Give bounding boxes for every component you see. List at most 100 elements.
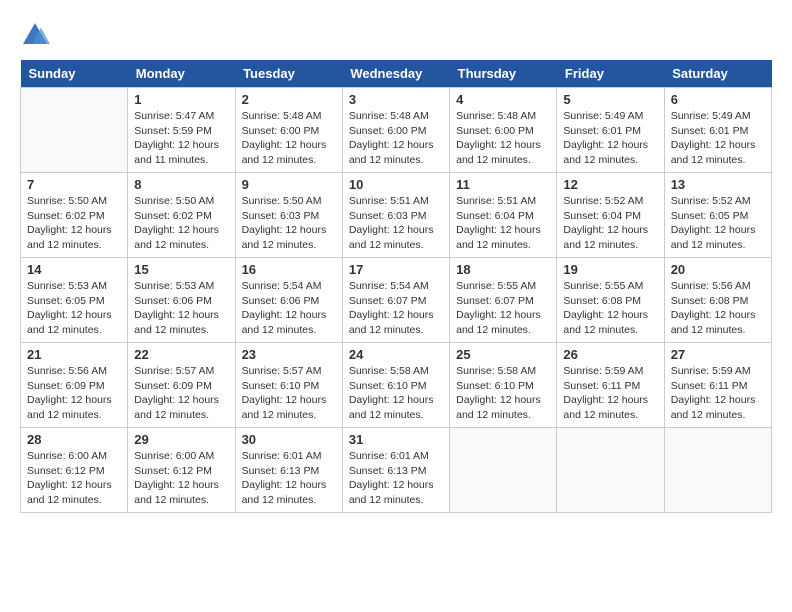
day-number: 2 — [242, 92, 336, 107]
day-number: 30 — [242, 432, 336, 447]
calendar-header-row: SundayMondayTuesdayWednesdayThursdayFrid… — [21, 60, 772, 88]
weekday-header-tuesday: Tuesday — [235, 60, 342, 88]
day-info: Sunrise: 5:48 AM Sunset: 6:00 PM Dayligh… — [456, 109, 550, 168]
day-number: 24 — [349, 347, 443, 362]
day-number: 23 — [242, 347, 336, 362]
day-info: Sunrise: 5:47 AM Sunset: 5:59 PM Dayligh… — [134, 109, 228, 168]
day-info: Sunrise: 5:59 AM Sunset: 6:11 PM Dayligh… — [563, 364, 657, 423]
calendar-cell: 7 Sunrise: 5:50 AM Sunset: 6:02 PM Daylig… — [21, 173, 128, 258]
day-number: 8 — [134, 177, 228, 192]
calendar-cell: 2 Sunrise: 5:48 AM Sunset: 6:00 PM Daylig… — [235, 88, 342, 173]
day-number: 18 — [456, 262, 550, 277]
day-info: Sunrise: 5:55 AM Sunset: 6:08 PM Dayligh… — [563, 279, 657, 338]
day-number: 15 — [134, 262, 228, 277]
day-number: 6 — [671, 92, 765, 107]
calendar-cell: 1 Sunrise: 5:47 AM Sunset: 5:59 PM Daylig… — [128, 88, 235, 173]
calendar-cell: 17 Sunrise: 5:54 AM Sunset: 6:07 PM Dayli… — [342, 258, 449, 343]
day-number: 5 — [563, 92, 657, 107]
day-number: 10 — [349, 177, 443, 192]
day-number: 12 — [563, 177, 657, 192]
calendar-table: SundayMondayTuesdayWednesdayThursdayFrid… — [20, 60, 772, 513]
day-number: 16 — [242, 262, 336, 277]
day-number: 7 — [27, 177, 121, 192]
day-info: Sunrise: 6:00 AM Sunset: 6:12 PM Dayligh… — [134, 449, 228, 508]
weekday-header-friday: Friday — [557, 60, 664, 88]
day-number: 26 — [563, 347, 657, 362]
day-number: 21 — [27, 347, 121, 362]
day-info: Sunrise: 5:53 AM Sunset: 6:06 PM Dayligh… — [134, 279, 228, 338]
calendar-cell — [450, 428, 557, 513]
day-info: Sunrise: 5:51 AM Sunset: 6:03 PM Dayligh… — [349, 194, 443, 253]
calendar-cell: 23 Sunrise: 5:57 AM Sunset: 6:10 PM Dayli… — [235, 343, 342, 428]
calendar-cell — [21, 88, 128, 173]
day-number: 20 — [671, 262, 765, 277]
calendar-week-1: 1 Sunrise: 5:47 AM Sunset: 5:59 PM Daylig… — [21, 88, 772, 173]
day-number: 9 — [242, 177, 336, 192]
calendar-cell: 4Sunrise: 5:48 AM Sunset: 6:00 PM Daylig… — [450, 88, 557, 173]
day-number: 13 — [671, 177, 765, 192]
day-info: Sunrise: 5:54 AM Sunset: 6:06 PM Dayligh… — [242, 279, 336, 338]
day-number: 25 — [456, 347, 550, 362]
calendar-week-5: 28 Sunrise: 6:00 AM Sunset: 6:12 PM Dayli… — [21, 428, 772, 513]
day-info: Sunrise: 6:01 AM Sunset: 6:13 PM Dayligh… — [349, 449, 443, 508]
calendar-cell — [557, 428, 664, 513]
day-info: Sunrise: 5:56 AM Sunset: 6:09 PM Dayligh… — [27, 364, 121, 423]
day-info: Sunrise: 5:52 AM Sunset: 6:04 PM Dayligh… — [563, 194, 657, 253]
calendar-cell: 20 Sunrise: 5:56 AM Sunset: 6:08 PM Dayli… — [664, 258, 771, 343]
calendar-cell: 15 Sunrise: 5:53 AM Sunset: 6:06 PM Dayli… — [128, 258, 235, 343]
day-info: Sunrise: 5:49 AM Sunset: 6:01 PM Dayligh… — [563, 109, 657, 168]
day-info: Sunrise: 5:59 AM Sunset: 6:11 PM Dayligh… — [671, 364, 765, 423]
calendar-cell: 25 Sunrise: 5:58 AM Sunset: 6:10 PM Dayli… — [450, 343, 557, 428]
day-info: Sunrise: 5:50 AM Sunset: 6:02 PM Dayligh… — [134, 194, 228, 253]
day-number: 17 — [349, 262, 443, 277]
calendar-cell: 27 Sunrise: 5:59 AM Sunset: 6:11 PM Dayli… — [664, 343, 771, 428]
calendar-cell: 22Sunrise: 5:57 AM Sunset: 6:09 PM Dayli… — [128, 343, 235, 428]
day-info: Sunrise: 5:48 AM Sunset: 6:00 PM Dayligh… — [349, 109, 443, 168]
calendar-cell: 5 Sunrise: 5:49 AM Sunset: 6:01 PM Daylig… — [557, 88, 664, 173]
calendar-cell: 11 Sunrise: 5:51 AM Sunset: 6:04 PM Dayli… — [450, 173, 557, 258]
calendar-cell: 3 Sunrise: 5:48 AM Sunset: 6:00 PM Daylig… — [342, 88, 449, 173]
calendar-cell: 10 Sunrise: 5:51 AM Sunset: 6:03 PM Dayli… — [342, 173, 449, 258]
day-number: 11 — [456, 177, 550, 192]
calendar-cell: 16 Sunrise: 5:54 AM Sunset: 6:06 PM Dayli… — [235, 258, 342, 343]
weekday-header-thursday: Thursday — [450, 60, 557, 88]
calendar-cell: 8 Sunrise: 5:50 AM Sunset: 6:02 PM Daylig… — [128, 173, 235, 258]
calendar-cell: 9 Sunrise: 5:50 AM Sunset: 6:03 PM Daylig… — [235, 173, 342, 258]
calendar-week-2: 7 Sunrise: 5:50 AM Sunset: 6:02 PM Daylig… — [21, 173, 772, 258]
day-info: Sunrise: 5:57 AM Sunset: 6:10 PM Dayligh… — [242, 364, 336, 423]
day-info: Sunrise: 5:56 AM Sunset: 6:08 PM Dayligh… — [671, 279, 765, 338]
page-header — [20, 20, 772, 50]
weekday-header-sunday: Sunday — [21, 60, 128, 88]
day-info: Sunrise: 5:50 AM Sunset: 6:02 PM Dayligh… — [27, 194, 121, 253]
weekday-header-wednesday: Wednesday — [342, 60, 449, 88]
day-info: Sunrise: 6:00 AM Sunset: 6:12 PM Dayligh… — [27, 449, 121, 508]
day-info: Sunrise: 5:48 AM Sunset: 6:00 PM Dayligh… — [242, 109, 336, 168]
calendar-cell: 28 Sunrise: 6:00 AM Sunset: 6:12 PM Dayli… — [21, 428, 128, 513]
day-info: Sunrise: 5:54 AM Sunset: 6:07 PM Dayligh… — [349, 279, 443, 338]
day-info: Sunrise: 5:50 AM Sunset: 6:03 PM Dayligh… — [242, 194, 336, 253]
day-number: 1 — [134, 92, 228, 107]
logo-icon — [20, 20, 50, 50]
calendar-cell: 12 Sunrise: 5:52 AM Sunset: 6:04 PM Dayli… — [557, 173, 664, 258]
calendar-cell: 30 Sunrise: 6:01 AM Sunset: 6:13 PM Dayli… — [235, 428, 342, 513]
weekday-header-monday: Monday — [128, 60, 235, 88]
day-number: 31 — [349, 432, 443, 447]
day-number: 14 — [27, 262, 121, 277]
day-number: 29 — [134, 432, 228, 447]
day-info: Sunrise: 5:58 AM Sunset: 6:10 PM Dayligh… — [349, 364, 443, 423]
day-info: Sunrise: 5:55 AM Sunset: 6:07 PM Dayligh… — [456, 279, 550, 338]
calendar-cell: 13Sunrise: 5:52 AM Sunset: 6:05 PM Dayli… — [664, 173, 771, 258]
day-number: 27 — [671, 347, 765, 362]
calendar-cell: 31 Sunrise: 6:01 AM Sunset: 6:13 PM Dayli… — [342, 428, 449, 513]
day-info: Sunrise: 5:58 AM Sunset: 6:10 PM Dayligh… — [456, 364, 550, 423]
day-number: 28 — [27, 432, 121, 447]
day-number: 22 — [134, 347, 228, 362]
day-number: 19 — [563, 262, 657, 277]
day-info: Sunrise: 5:53 AM Sunset: 6:05 PM Dayligh… — [27, 279, 121, 338]
day-info: Sunrise: 6:01 AM Sunset: 6:13 PM Dayligh… — [242, 449, 336, 508]
calendar-week-3: 14 Sunrise: 5:53 AM Sunset: 6:05 PM Dayli… — [21, 258, 772, 343]
day-number: 3 — [349, 92, 443, 107]
day-info: Sunrise: 5:51 AM Sunset: 6:04 PM Dayligh… — [456, 194, 550, 253]
calendar-cell: 21 Sunrise: 5:56 AM Sunset: 6:09 PM Dayli… — [21, 343, 128, 428]
calendar-cell: 18 Sunrise: 5:55 AM Sunset: 6:07 PM Dayli… — [450, 258, 557, 343]
